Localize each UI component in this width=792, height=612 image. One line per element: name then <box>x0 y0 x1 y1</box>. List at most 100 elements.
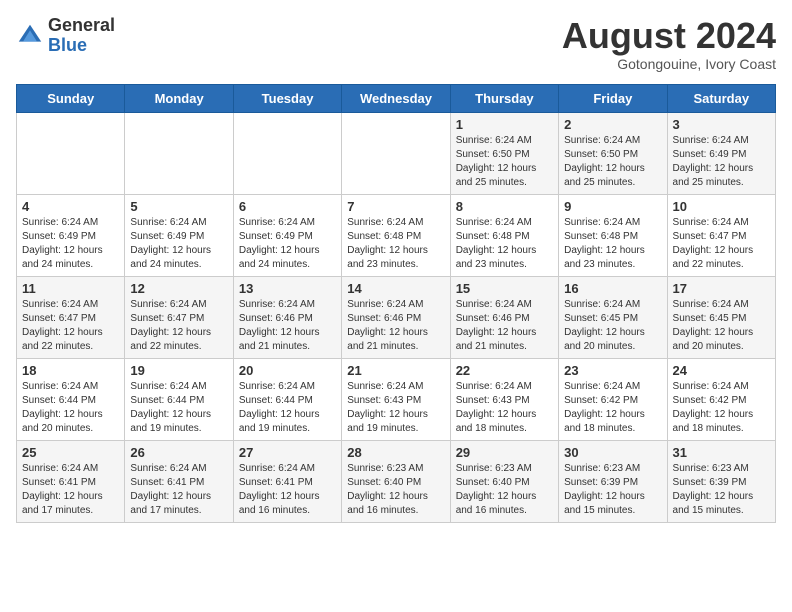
day-number: 3 <box>673 117 770 132</box>
day-info: Sunrise: 6:24 AM Sunset: 6:49 PM Dayligh… <box>239 216 336 272</box>
calendar-cell: 29 Sunrise: 6:23 AM Sunset: 6:40 PM Dayli… <box>450 440 558 522</box>
day-number: 4 <box>22 199 119 214</box>
day-info: Sunrise: 6:23 AM Sunset: 6:39 PM Dayligh… <box>673 462 770 518</box>
day-info: Sunrise: 6:24 AM Sunset: 6:45 PM Dayligh… <box>564 298 661 354</box>
weekday-header-thursday: Thursday <box>450 84 558 112</box>
calendar-cell: 14 Sunrise: 6:24 AM Sunset: 6:46 PM Dayli… <box>342 276 450 358</box>
logo-general-text: General <box>48 16 115 36</box>
page-header: General Blue August 2024 Gotongouine, Iv… <box>16 16 776 72</box>
day-info: Sunrise: 6:24 AM Sunset: 6:49 PM Dayligh… <box>673 134 770 190</box>
day-number: 27 <box>239 445 336 460</box>
logo-blue-text: Blue <box>48 35 87 55</box>
day-info: Sunrise: 6:24 AM Sunset: 6:49 PM Dayligh… <box>130 216 227 272</box>
title-block: August 2024 Gotongouine, Ivory Coast <box>562 16 776 72</box>
day-number: 19 <box>130 363 227 378</box>
calendar-cell: 24Sunrise: 6:24 AM Sunset: 6:42 PM Dayli… <box>667 358 775 440</box>
day-number: 6 <box>239 199 336 214</box>
day-info: Sunrise: 6:24 AM Sunset: 6:48 PM Dayligh… <box>456 216 553 272</box>
day-info: Sunrise: 6:23 AM Sunset: 6:40 PM Dayligh… <box>456 462 553 518</box>
day-number: 2 <box>564 117 661 132</box>
day-info: Sunrise: 6:24 AM Sunset: 6:46 PM Dayligh… <box>347 298 444 354</box>
day-number: 11 <box>22 281 119 296</box>
day-info: Sunrise: 6:24 AM Sunset: 6:44 PM Dayligh… <box>22 380 119 436</box>
calendar-body: 1 Sunrise: 6:24 AM Sunset: 6:50 PM Daylig… <box>17 112 776 522</box>
day-info: Sunrise: 6:24 AM Sunset: 6:49 PM Dayligh… <box>22 216 119 272</box>
calendar-cell: 2 Sunrise: 6:24 AM Sunset: 6:50 PM Daylig… <box>559 112 667 194</box>
week-row-1: 4 Sunrise: 6:24 AM Sunset: 6:49 PM Daylig… <box>17 194 776 276</box>
day-number: 15 <box>456 281 553 296</box>
day-number: 14 <box>347 281 444 296</box>
day-info: Sunrise: 6:24 AM Sunset: 6:48 PM Dayligh… <box>564 216 661 272</box>
day-number: 25 <box>22 445 119 460</box>
calendar-header: SundayMondayTuesdayWednesdayThursdayFrid… <box>17 84 776 112</box>
day-number: 31 <box>673 445 770 460</box>
day-number: 21 <box>347 363 444 378</box>
day-number: 13 <box>239 281 336 296</box>
calendar-cell: 25 Sunrise: 6:24 AM Sunset: 6:41 PM Dayli… <box>17 440 125 522</box>
week-row-3: 18 Sunrise: 6:24 AM Sunset: 6:44 PM Dayli… <box>17 358 776 440</box>
week-row-2: 11 Sunrise: 6:24 AM Sunset: 6:47 PM Dayli… <box>17 276 776 358</box>
day-info: Sunrise: 6:24 AM Sunset: 6:41 PM Dayligh… <box>22 462 119 518</box>
weekday-header-row: SundayMondayTuesdayWednesdayThursdayFrid… <box>17 84 776 112</box>
day-number: 16 <box>564 281 661 296</box>
calendar-cell: 19 Sunrise: 6:24 AM Sunset: 6:44 PM Dayli… <box>125 358 233 440</box>
day-number: 29 <box>456 445 553 460</box>
day-info: Sunrise: 6:24 AM Sunset: 6:41 PM Dayligh… <box>130 462 227 518</box>
day-info: Sunrise: 6:23 AM Sunset: 6:39 PM Dayligh… <box>564 462 661 518</box>
calendar-cell: 26Sunrise: 6:24 AM Sunset: 6:41 PM Dayli… <box>125 440 233 522</box>
day-info: Sunrise: 6:23 AM Sunset: 6:40 PM Dayligh… <box>347 462 444 518</box>
day-info: Sunrise: 6:24 AM Sunset: 6:50 PM Dayligh… <box>456 134 553 190</box>
day-number: 7 <box>347 199 444 214</box>
day-info: Sunrise: 6:24 AM Sunset: 6:42 PM Dayligh… <box>673 380 770 436</box>
day-info: Sunrise: 6:24 AM Sunset: 6:44 PM Dayligh… <box>130 380 227 436</box>
day-number: 20 <box>239 363 336 378</box>
day-number: 10 <box>673 199 770 214</box>
day-number: 23 <box>564 363 661 378</box>
calendar-cell <box>125 112 233 194</box>
calendar-cell <box>17 112 125 194</box>
calendar-cell <box>342 112 450 194</box>
calendar-cell: 10 Sunrise: 6:24 AM Sunset: 6:47 PM Dayli… <box>667 194 775 276</box>
calendar-cell: 20Sunrise: 6:24 AM Sunset: 6:44 PM Dayli… <box>233 358 341 440</box>
calendar-cell: 9 Sunrise: 6:24 AM Sunset: 6:48 PM Daylig… <box>559 194 667 276</box>
calendar-cell: 30 Sunrise: 6:23 AM Sunset: 6:39 PM Dayli… <box>559 440 667 522</box>
calendar-cell: 31 Sunrise: 6:23 AM Sunset: 6:39 PM Dayli… <box>667 440 775 522</box>
day-info: Sunrise: 6:24 AM Sunset: 6:50 PM Dayligh… <box>564 134 661 190</box>
day-number: 8 <box>456 199 553 214</box>
weekday-header-friday: Friday <box>559 84 667 112</box>
weekday-header-tuesday: Tuesday <box>233 84 341 112</box>
day-number: 17 <box>673 281 770 296</box>
calendar-cell: 23 Sunrise: 6:24 AM Sunset: 6:42 PM Dayli… <box>559 358 667 440</box>
day-number: 28 <box>347 445 444 460</box>
calendar-cell: 8 Sunrise: 6:24 AM Sunset: 6:48 PM Daylig… <box>450 194 558 276</box>
calendar-cell: 18 Sunrise: 6:24 AM Sunset: 6:44 PM Dayli… <box>17 358 125 440</box>
day-number: 1 <box>456 117 553 132</box>
calendar-cell: 28 Sunrise: 6:23 AM Sunset: 6:40 PM Dayli… <box>342 440 450 522</box>
day-number: 18 <box>22 363 119 378</box>
calendar-cell: 16 Sunrise: 6:24 AM Sunset: 6:45 PM Dayli… <box>559 276 667 358</box>
calendar-cell: 22Sunrise: 6:24 AM Sunset: 6:43 PM Dayli… <box>450 358 558 440</box>
calendar-cell: 15 Sunrise: 6:24 AM Sunset: 6:46 PM Dayli… <box>450 276 558 358</box>
day-number: 5 <box>130 199 227 214</box>
calendar-cell: 3 Sunrise: 6:24 AM Sunset: 6:49 PM Daylig… <box>667 112 775 194</box>
day-info: Sunrise: 6:24 AM Sunset: 6:41 PM Dayligh… <box>239 462 336 518</box>
calendar-cell: 27 Sunrise: 6:24 AM Sunset: 6:41 PM Dayli… <box>233 440 341 522</box>
calendar-cell: 6 Sunrise: 6:24 AM Sunset: 6:49 PM Daylig… <box>233 194 341 276</box>
day-number: 9 <box>564 199 661 214</box>
day-number: 30 <box>564 445 661 460</box>
weekday-header-monday: Monday <box>125 84 233 112</box>
calendar-cell: 1 Sunrise: 6:24 AM Sunset: 6:50 PM Daylig… <box>450 112 558 194</box>
calendar-cell: 5 Sunrise: 6:24 AM Sunset: 6:49 PM Daylig… <box>125 194 233 276</box>
day-info: Sunrise: 6:24 AM Sunset: 6:43 PM Dayligh… <box>347 380 444 436</box>
day-info: Sunrise: 6:24 AM Sunset: 6:47 PM Dayligh… <box>130 298 227 354</box>
day-info: Sunrise: 6:24 AM Sunset: 6:47 PM Dayligh… <box>673 216 770 272</box>
calendar-table: SundayMondayTuesdayWednesdayThursdayFrid… <box>16 84 776 523</box>
weekday-header-saturday: Saturday <box>667 84 775 112</box>
calendar-cell: 17Sunrise: 6:24 AM Sunset: 6:45 PM Dayli… <box>667 276 775 358</box>
day-info: Sunrise: 6:24 AM Sunset: 6:42 PM Dayligh… <box>564 380 661 436</box>
week-row-4: 25 Sunrise: 6:24 AM Sunset: 6:41 PM Dayli… <box>17 440 776 522</box>
day-info: Sunrise: 6:24 AM Sunset: 6:46 PM Dayligh… <box>456 298 553 354</box>
month-title: August 2024 <box>562 16 776 56</box>
calendar-cell: 13Sunrise: 6:24 AM Sunset: 6:46 PM Dayli… <box>233 276 341 358</box>
location-subtitle: Gotongouine, Ivory Coast <box>562 56 776 72</box>
